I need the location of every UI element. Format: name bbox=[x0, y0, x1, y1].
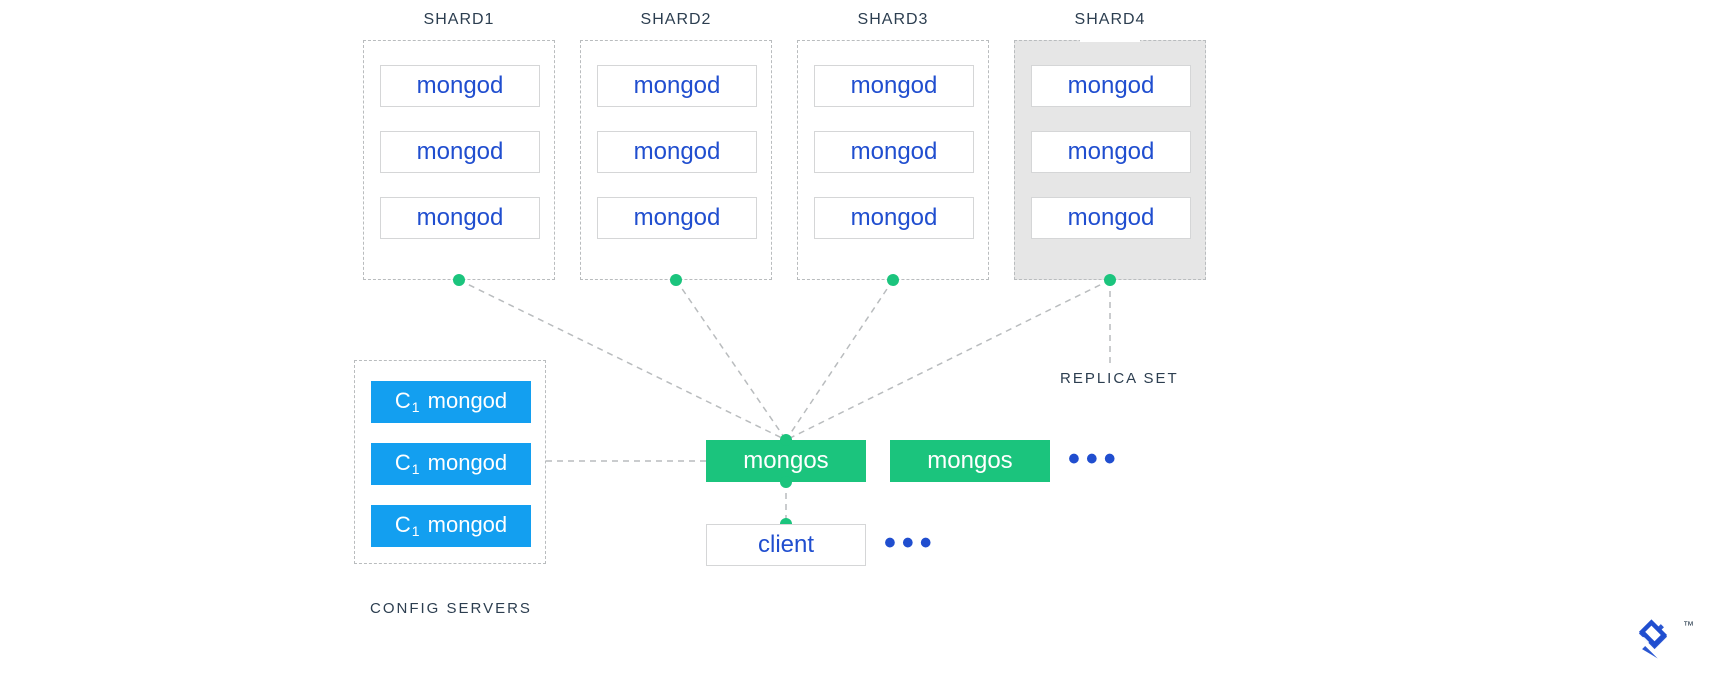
config-mongod-0: C1 mongod bbox=[371, 381, 531, 423]
shard3-box: mongod mongod mongod bbox=[797, 40, 989, 280]
shard4-box: mongod mongod mongod bbox=[1014, 40, 1206, 280]
shard3-mongod-1: mongod bbox=[814, 131, 974, 173]
mongos-ellipsis: ••• bbox=[1068, 440, 1122, 479]
shard3-mongod-0: mongod bbox=[814, 65, 974, 107]
shard4-title: SHARD4 bbox=[1014, 11, 1206, 29]
shard3-title: SHARD3 bbox=[797, 11, 989, 29]
mongos-1: mongos bbox=[890, 440, 1050, 482]
shard1-title: SHARD1 bbox=[363, 11, 555, 29]
client-ellipsis: ••• bbox=[884, 524, 938, 563]
shard4-notch bbox=[1080, 39, 1140, 42]
client-box: client bbox=[706, 524, 866, 566]
mongos-bottom-dot bbox=[780, 476, 792, 488]
shard2-mongod-2: mongod bbox=[597, 197, 757, 239]
shard1-mongod-2: mongod bbox=[380, 197, 540, 239]
shard4-mongod-1: mongod bbox=[1031, 131, 1191, 173]
trademark-symbol: ™ bbox=[1683, 620, 1694, 632]
shard4-mongod-2: mongod bbox=[1031, 197, 1191, 239]
replica-set-label: REPLICA SET bbox=[1060, 370, 1179, 387]
shard2-box: mongod mongod mongod bbox=[580, 40, 772, 280]
shard4-dot bbox=[1104, 274, 1116, 286]
shard2-title: SHARD2 bbox=[580, 11, 772, 29]
shard4-mongod-0: mongod bbox=[1031, 65, 1191, 107]
shard1-dot bbox=[453, 274, 465, 286]
config-box: C1 mongod C1 mongod C1 mongod bbox=[354, 360, 546, 564]
shard3-mongod-2: mongod bbox=[814, 197, 974, 239]
shard2-dot bbox=[670, 274, 682, 286]
diagram-canvas: SHARD1 mongod mongod mongod SHARD2 mongo… bbox=[0, 0, 1720, 688]
config-servers-label: CONFIG SERVERS bbox=[370, 600, 532, 617]
shard3-dot bbox=[887, 274, 899, 286]
shard1-mongod-1: mongod bbox=[380, 131, 540, 173]
config-mongod-1: C1 mongod bbox=[371, 443, 531, 485]
shard2-mongod-0: mongod bbox=[597, 65, 757, 107]
config-mongod-2: C1 mongod bbox=[371, 505, 531, 547]
shard1-box: mongod mongod mongod bbox=[363, 40, 555, 280]
toptal-logo: ™ bbox=[1628, 610, 1698, 670]
shard2-mongod-1: mongod bbox=[597, 131, 757, 173]
shard1-mongod-0: mongod bbox=[380, 65, 540, 107]
mongos-top-dot bbox=[780, 434, 792, 446]
